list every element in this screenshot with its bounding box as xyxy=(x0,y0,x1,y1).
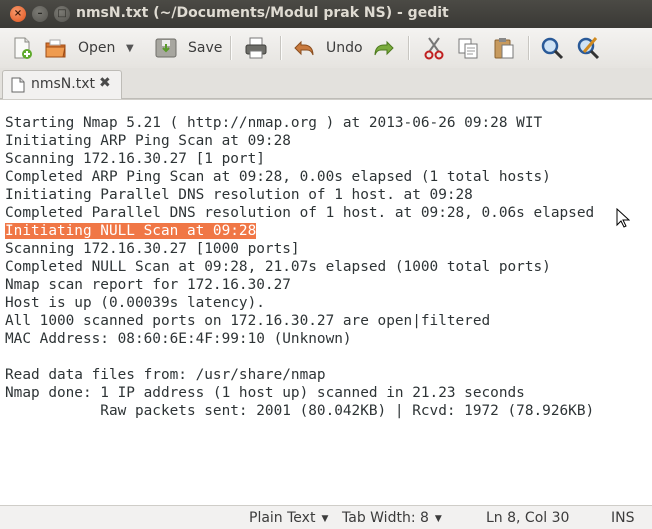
redo-icon xyxy=(372,36,396,60)
save-label: Save xyxy=(188,40,223,56)
maximize-window-button[interactable]: □ xyxy=(54,6,70,22)
open-recent-dropdown[interactable]: ▼ xyxy=(126,34,134,62)
new-document-icon xyxy=(10,36,34,60)
text-line: Completed NULL Scan at 09:28, 21.07s ela… xyxy=(5,259,551,275)
text-line: MAC Address: 08:60:6E:4F:99:10 (Unknown) xyxy=(5,331,352,347)
text-line: Completed ARP Ping Scan at 09:28, 0.00s … xyxy=(5,169,551,185)
open-button[interactable]: Open xyxy=(44,34,115,62)
chevron-down-icon: ▼ xyxy=(126,42,134,54)
undo-button[interactable]: Undo xyxy=(292,34,363,62)
new-document-button[interactable] xyxy=(10,34,34,62)
tab-close-icon[interactable]: ✖ xyxy=(99,75,111,91)
language-label: Plain Text xyxy=(249,510,316,526)
redo-button[interactable] xyxy=(372,34,396,62)
text-line: Starting Nmap 5.21 ( http://nmap.org ) a… xyxy=(5,115,543,131)
chevron-down-icon: ▼ xyxy=(434,514,442,524)
close-window-button[interactable]: × xyxy=(10,6,26,22)
text-line: Initiating Parallel DNS resolution of 1 … xyxy=(5,187,473,203)
text-editor[interactable]: Starting Nmap 5.21 ( http://nmap.org ) a… xyxy=(0,99,652,506)
find-icon xyxy=(540,36,564,60)
status-bar: Plain Text ▼ Tab Width: 8 ▼ Ln 8, Col 30 I… xyxy=(0,505,652,529)
document-tab-strip: nmsN.txt ✖ xyxy=(0,68,652,99)
copy-button[interactable] xyxy=(456,34,480,62)
tab-width-label: Tab Width: 8 xyxy=(342,510,429,526)
window-title: nmsN.txt (~/Documents/Modul prak NS) - g… xyxy=(76,5,449,21)
text-line: Initiating NULL Scan at 09:28 xyxy=(5,222,594,240)
save-button[interactable]: Save xyxy=(154,34,222,62)
gedit-window: × – □ nmsN.txt (~/Documents/Modul prak N… xyxy=(0,0,652,529)
minimize-window-button[interactable]: – xyxy=(32,6,48,22)
text-line xyxy=(5,348,594,366)
print-button[interactable] xyxy=(244,34,268,62)
tab-width-selector[interactable]: Tab Width: 8 ▼ xyxy=(342,510,442,526)
text-line: Raw packets sent: 2001 (80.042KB) | Rcvd… xyxy=(5,403,595,419)
mouse-pointer-icon xyxy=(616,208,630,228)
find-replace-button[interactable] xyxy=(576,34,600,62)
toolbar-separator xyxy=(280,36,282,60)
text-line: Read data files from: /usr/share/nmap xyxy=(5,367,326,383)
cut-button[interactable] xyxy=(422,34,446,62)
text-line: Initiating ARP Ping Scan at 09:28 xyxy=(5,133,291,149)
document-file-icon xyxy=(11,77,25,97)
open-folder-icon xyxy=(44,36,68,60)
paste-button[interactable] xyxy=(492,34,516,62)
find-replace-icon xyxy=(576,36,600,60)
cut-icon xyxy=(422,36,446,60)
paste-icon xyxy=(492,36,516,60)
print-icon xyxy=(244,36,268,60)
undo-label: Undo xyxy=(326,40,363,56)
text-line: Host is up (0.00039s latency). xyxy=(5,295,265,311)
chevron-down-icon: ▼ xyxy=(321,514,329,524)
copy-icon xyxy=(456,36,480,60)
text-line: Scanning 172.16.30.27 [1000 ports] xyxy=(5,241,300,257)
toolbar-separator xyxy=(230,36,232,60)
document-tab[interactable]: nmsN.txt ✖ xyxy=(2,70,122,99)
text-line: Scanning 172.16.30.27 [1 port] xyxy=(5,151,265,167)
toolbar-separator xyxy=(408,36,410,60)
document-tab-label: nmsN.txt xyxy=(31,76,95,92)
text-line: Nmap scan report for 172.16.30.27 xyxy=(5,277,291,293)
selected-text: Initiating NULL Scan at 09:28 xyxy=(5,223,257,239)
open-label: Open xyxy=(78,40,116,56)
text-line: Completed Parallel DNS resolution of 1 h… xyxy=(5,205,595,221)
save-icon xyxy=(154,36,178,60)
toolbar: Open ▼ Save Undo xyxy=(0,28,652,69)
cursor-position: Ln 8, Col 30 xyxy=(486,510,570,526)
find-button[interactable] xyxy=(540,34,564,62)
text-line: Nmap done: 1 IP address (1 host up) scan… xyxy=(5,385,525,401)
text-line: All 1000 scanned ports on 172.16.30.27 a… xyxy=(5,313,491,329)
toolbar-separator xyxy=(528,36,530,60)
language-selector[interactable]: Plain Text ▼ xyxy=(249,510,328,526)
insert-mode: INS xyxy=(611,510,635,526)
editor-text: Starting Nmap 5.21 ( http://nmap.org ) a… xyxy=(5,114,594,420)
undo-icon xyxy=(292,36,316,60)
title-bar: × – □ nmsN.txt (~/Documents/Modul prak N… xyxy=(0,0,652,29)
